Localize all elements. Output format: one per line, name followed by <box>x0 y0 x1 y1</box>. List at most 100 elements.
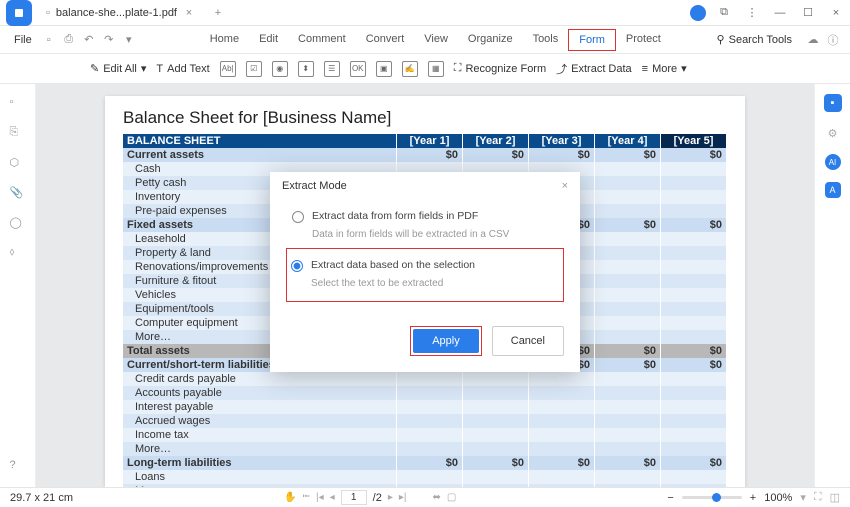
print-icon[interactable]: ⎙ <box>60 31 78 49</box>
cell <box>661 470 727 484</box>
redo-icon[interactable]: ↷ <box>100 31 118 49</box>
cell-value: $0 <box>463 148 529 162</box>
settings-icon[interactable]: ⚙ <box>824 124 842 142</box>
search-panel-icon[interactable]: ◯ <box>10 216 26 232</box>
cell <box>661 176 727 190</box>
save-icon[interactable]: ▫ <box>40 31 58 49</box>
fullscreen-icon[interactable]: ⛶ <box>814 491 822 504</box>
dialog-title: Extract Mode <box>282 180 347 192</box>
cell <box>661 260 727 274</box>
menu-comment[interactable]: Comment <box>288 29 356 51</box>
maximize-button[interactable]: ☐ <box>794 0 822 26</box>
chevron-down-icon[interactable]: ▾ <box>800 491 806 504</box>
option-label: Extract data based on the selection <box>311 259 475 271</box>
cell <box>661 386 727 400</box>
menu-form[interactable]: Form <box>568 29 616 51</box>
minimize-button[interactable]: — <box>766 0 794 26</box>
menu-protect[interactable]: Protect <box>616 29 671 51</box>
file-menu[interactable]: File <box>8 34 38 46</box>
zoom-slider[interactable] <box>682 496 742 499</box>
thumbnails-icon[interactable]: ▫ <box>10 96 26 112</box>
fit-width-icon[interactable]: ⬌ <box>432 492 440 503</box>
page-title: Balance Sheet for [Business Name] <box>123 108 727 128</box>
page-dimensions: 29.7 x 21 cm <box>10 492 73 504</box>
option-description: Select the text to be extracted <box>311 278 559 289</box>
cell <box>397 386 463 400</box>
next-page-icon[interactable]: ▸ <box>388 492 393 503</box>
reader-mode-icon[interactable]: ◫ <box>830 491 840 504</box>
image-field-icon[interactable]: ▣ <box>376 61 392 77</box>
ai-icon[interactable]: AI <box>825 154 841 170</box>
cell-value: $0 <box>397 148 463 162</box>
recognize-form-button[interactable]: ⛶Recognize Form <box>454 62 546 75</box>
search-placeholder[interactable]: Search Tools <box>729 34 792 46</box>
checkbox-field-icon[interactable]: ☑ <box>246 61 262 77</box>
cancel-button[interactable]: Cancel <box>492 326 564 356</box>
security-icon[interactable]: ⬡ <box>10 156 26 172</box>
more-button[interactable]: ≡More▾ <box>642 62 687 75</box>
right-sidebar: ▪ ⚙ AI A <box>814 84 850 487</box>
cell-value: $0 <box>661 218 727 232</box>
close-button[interactable]: × <box>822 0 850 26</box>
edit-all-button[interactable]: ✎Edit All▾ <box>90 62 146 75</box>
apply-button[interactable]: Apply <box>413 329 479 353</box>
menu-tools[interactable]: Tools <box>523 29 569 51</box>
cell-value: $0 <box>595 148 661 162</box>
cloud-icon[interactable]: ☁ <box>804 31 822 49</box>
radio-field-icon[interactable]: ◉ <box>272 61 288 77</box>
help-icon[interactable]: ⓘ <box>824 31 842 49</box>
chevron-down-icon: ▾ <box>141 62 147 75</box>
popout-icon[interactable]: ⧉ <box>710 0 738 26</box>
undo-icon[interactable]: ↶ <box>80 31 98 49</box>
date-field-icon[interactable]: ▦ <box>428 61 444 77</box>
cell <box>661 414 727 428</box>
zoom-in-icon[interactable]: + <box>750 492 756 504</box>
new-tab-button[interactable]: + <box>211 6 225 20</box>
document-tab[interactable]: ▫ balance-she...plate-1.pdf × <box>38 2 203 24</box>
fit-page-icon[interactable]: ▢ <box>447 492 456 503</box>
layers-icon[interactable]: ⬨ <box>10 246 26 262</box>
properties-icon[interactable]: ▪ <box>824 94 842 112</box>
zoom-level: 100% <box>764 492 792 504</box>
cell-value: $0 <box>595 344 661 358</box>
chevron-down-icon[interactable]: ▾ <box>120 31 138 49</box>
kebab-icon[interactable]: ⋮ <box>738 0 766 26</box>
cell <box>661 372 727 386</box>
option-selection[interactable]: Extract data based on the selection <box>291 259 559 272</box>
option-form-fields[interactable]: Extract data from form fields in PDF <box>292 210 558 223</box>
menu-view[interactable]: View <box>414 29 458 51</box>
first-page-icon[interactable]: |◂ <box>316 492 324 503</box>
text-field-icon[interactable]: Ab| <box>220 61 236 77</box>
add-text-button[interactable]: TAdd Text <box>156 63 209 75</box>
menu-home[interactable]: Home <box>200 29 249 51</box>
attachments-icon[interactable]: 📎 <box>10 186 26 202</box>
dialog-close-icon[interactable]: × <box>562 180 568 192</box>
dropdown-field-icon[interactable]: ⬍ <box>298 61 314 77</box>
last-page-icon[interactable]: ▸| <box>399 492 407 503</box>
cell <box>595 302 661 316</box>
list-field-icon[interactable]: ☰ <box>324 61 340 77</box>
assist-icon[interactable]: A <box>825 182 841 198</box>
cell-value: $0 <box>463 456 529 470</box>
menu-edit[interactable]: Edit <box>249 29 288 51</box>
select-tool-icon[interactable]: ⭰ <box>302 489 310 506</box>
cell <box>595 176 661 190</box>
button-field-icon[interactable]: OK <box>350 61 366 77</box>
page-count: /2 <box>373 492 382 504</box>
zoom-out-icon[interactable]: − <box>667 492 673 504</box>
menu-convert[interactable]: Convert <box>356 29 415 51</box>
user-avatar[interactable] <box>690 5 706 21</box>
info-icon[interactable]: ? <box>10 459 26 475</box>
close-tab-icon[interactable]: × <box>183 7 195 19</box>
cell <box>529 470 595 484</box>
page-input[interactable] <box>341 490 367 505</box>
cell <box>661 428 727 442</box>
cell <box>661 400 727 414</box>
signature-field-icon[interactable]: ✍ <box>402 61 418 77</box>
bookmarks-icon[interactable]: ⎘ <box>10 126 26 142</box>
menu-organize[interactable]: Organize <box>458 29 523 51</box>
hand-tool-icon[interactable]: ✋ <box>284 492 296 503</box>
cell <box>397 470 463 484</box>
prev-page-icon[interactable]: ◂ <box>330 492 335 503</box>
extract-data-button[interactable]: ⤴Extract Data <box>556 61 632 77</box>
